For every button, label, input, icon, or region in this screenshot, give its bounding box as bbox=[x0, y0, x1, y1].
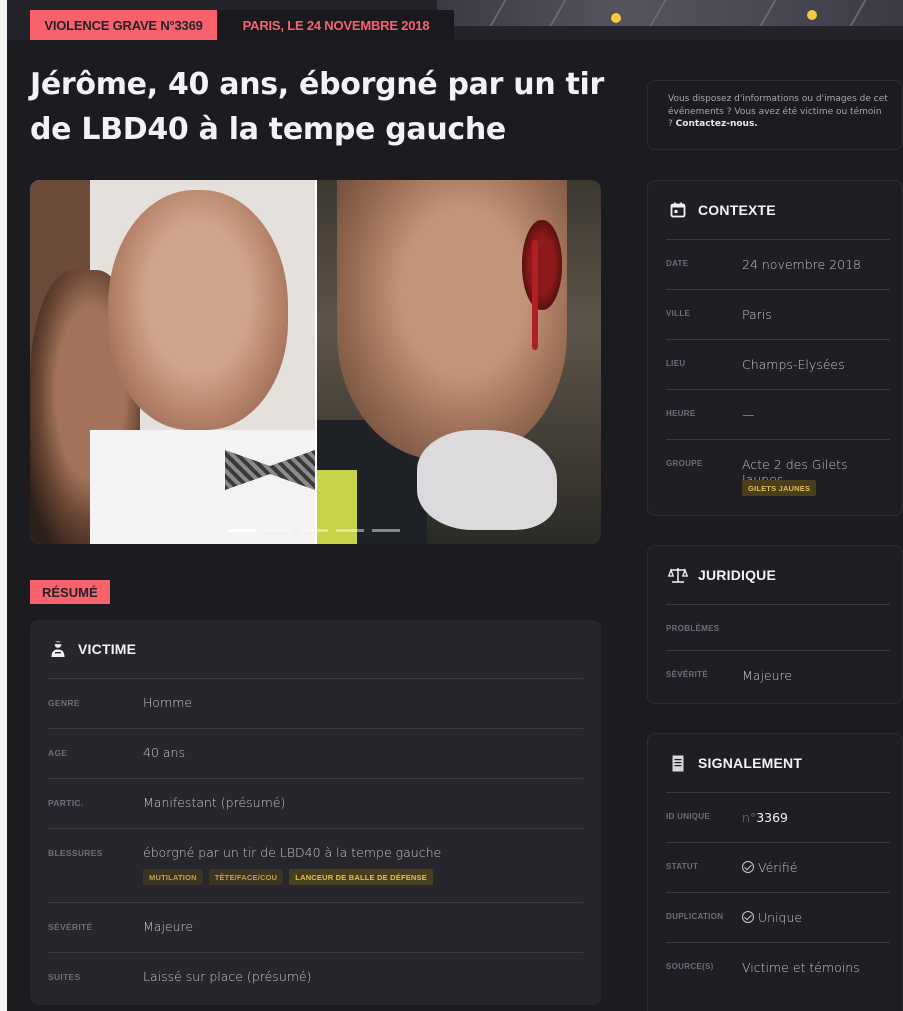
violence-tag: VIOLENCE GRAVE N°3369 bbox=[30, 10, 217, 40]
row-value: éborgné par un tir de LBD40 à la tempe g… bbox=[143, 845, 442, 860]
report-card-title: SIGNALEMENT bbox=[698, 755, 803, 771]
map-marker bbox=[807, 10, 817, 20]
document-icon bbox=[668, 753, 688, 773]
row-key: SUITES bbox=[48, 972, 81, 982]
row-key: HEURE bbox=[666, 409, 696, 418]
legal-card-title: JURIDIQUE bbox=[698, 567, 777, 583]
context-row-date: DATE 24 novembre 2018 bbox=[666, 239, 890, 289]
legal-card-header: JURIDIQUE bbox=[648, 546, 902, 604]
victim-card: VICTIME GENRE Homme AGE 40 ans PARTIC. M… bbox=[30, 620, 601, 1005]
tag-chip[interactable]: TÊTE/FACE/COU bbox=[208, 869, 284, 885]
page-title: Jérôme, 40 ans, éborgné par un tir de LB… bbox=[30, 67, 605, 147]
row-key: ID UNIQUE bbox=[666, 812, 711, 821]
context-card-title: CONTEXTE bbox=[698, 202, 776, 218]
map-marker bbox=[611, 13, 621, 23]
carousel-dot[interactable] bbox=[300, 529, 328, 532]
victim-photo-injury bbox=[317, 180, 601, 544]
carousel-indicators bbox=[228, 529, 400, 532]
row-value: n°3369 bbox=[742, 810, 788, 825]
row-value: Manifestant (présumé) bbox=[143, 795, 286, 810]
row-key: PROBLÈMES bbox=[666, 624, 720, 633]
map-banner bbox=[437, 0, 903, 26]
row-key: AGE bbox=[48, 748, 68, 758]
report-card-header: SIGNALEMENT bbox=[648, 734, 902, 792]
row-key: SOURCE(S) bbox=[666, 962, 714, 971]
carousel-dot[interactable] bbox=[264, 529, 292, 532]
victim-row-age: AGE 40 ans bbox=[48, 728, 583, 778]
legal-card: JURIDIQUE PROBLÈMES SÉVÉRITÉ Majeure bbox=[647, 545, 903, 704]
row-key: GENRE bbox=[48, 698, 80, 708]
row-value: Majeure bbox=[143, 919, 194, 934]
tag-chip[interactable]: GILETS JAUNES bbox=[742, 480, 817, 496]
row-key: PARTIC. bbox=[48, 798, 84, 808]
row-value: Champs-Elysées bbox=[742, 357, 845, 372]
report-card: SIGNALEMENT ID UNIQUE n°3369 STATUT Véri… bbox=[647, 733, 903, 1011]
check-circle-icon bbox=[742, 861, 754, 873]
row-value: 24 novembre 2018 bbox=[742, 257, 861, 272]
row-value: Homme bbox=[143, 695, 193, 710]
scales-icon bbox=[668, 565, 688, 585]
victim-card-header: VICTIME bbox=[30, 620, 601, 678]
row-key: LIEU bbox=[666, 359, 686, 368]
injury-chips: MUTILATION TÊTE/FACE/COU LANCEUR DE BALL… bbox=[143, 869, 433, 885]
page-left-edge bbox=[0, 0, 7, 1011]
victim-row-suites: SUITES Laissé sur place (présumé) bbox=[48, 952, 583, 1002]
row-value: Majeure bbox=[742, 668, 793, 683]
row-value: Unique bbox=[742, 910, 802, 925]
photo-carousel[interactable] bbox=[30, 180, 601, 544]
victim-card-title: VICTIME bbox=[78, 641, 137, 657]
row-value: — bbox=[742, 407, 755, 422]
group-chips: GILETS JAUNES bbox=[742, 480, 817, 496]
row-key: DATE bbox=[666, 259, 689, 268]
context-row-ville: VILLE Paris bbox=[666, 289, 890, 339]
row-key: GROUPE bbox=[666, 459, 703, 468]
row-value: Vérifié bbox=[742, 860, 797, 875]
person-icon bbox=[48, 639, 68, 659]
row-key: SÉVÉRITÉ bbox=[666, 670, 708, 679]
tag-chip[interactable]: LANCEUR DE BALLE DE DÉFENSE bbox=[289, 869, 433, 885]
victim-photo-before bbox=[30, 180, 315, 544]
report-row-sources: SOURCE(S) Victime et témoins bbox=[666, 942, 890, 992]
row-key: DUPLICATION bbox=[666, 912, 724, 921]
resume-label: RÉSUMÉ bbox=[30, 580, 110, 604]
row-key: VILLE bbox=[666, 309, 691, 318]
context-card-header: CONTEXTE bbox=[648, 181, 902, 239]
report-row-statut: STATUT Vérifié bbox=[666, 842, 890, 892]
check-circle-icon bbox=[742, 911, 754, 923]
contact-info-text: Vous disposez d'informations ou d'images… bbox=[668, 94, 888, 129]
context-row-heure: HEURE — bbox=[666, 389, 890, 439]
row-value: Laissé sur place (présumé) bbox=[143, 969, 312, 984]
contact-info-box: Vous disposez d'informations ou d'images… bbox=[647, 80, 903, 150]
row-value: 40 ans bbox=[143, 745, 185, 760]
row-value: Victime et témoins bbox=[742, 960, 860, 975]
report-row-duplication: DUPLICATION Unique bbox=[666, 892, 890, 942]
calendar-icon bbox=[668, 200, 688, 220]
row-key: STATUT bbox=[666, 862, 699, 871]
row-key: SÉVÉRITÉ bbox=[48, 922, 93, 932]
report-row-id: ID UNIQUE n°3369 bbox=[666, 792, 890, 842]
victim-row-genre: GENRE Homme bbox=[48, 678, 583, 728]
legal-row-problemes: PROBLÈMES bbox=[666, 604, 890, 650]
contact-link[interactable]: Contactez-nous. bbox=[676, 119, 758, 129]
row-key: BLESSURES bbox=[48, 848, 103, 858]
carousel-dot[interactable] bbox=[336, 529, 364, 532]
location-date-tag: PARIS, LE 24 NOVEMBRE 2018 bbox=[218, 10, 454, 40]
carousel-dot[interactable] bbox=[372, 529, 400, 532]
context-row-groupe: GROUPE Acte 2 des Gilets Jaunes GILETS J… bbox=[666, 439, 890, 513]
victim-row-blessures: BLESSURES éborgné par un tir de LBD40 à … bbox=[48, 828, 583, 902]
victim-row-partic: PARTIC. Manifestant (présumé) bbox=[48, 778, 583, 828]
tag-chip[interactable]: MUTILATION bbox=[143, 869, 203, 885]
legal-row-severite: SÉVÉRITÉ Majeure bbox=[666, 650, 890, 700]
carousel-dot[interactable] bbox=[228, 529, 256, 532]
row-value: Paris bbox=[742, 307, 772, 322]
context-card: CONTEXTE DATE 24 novembre 2018 VILLE Par… bbox=[647, 180, 903, 516]
victim-row-severite: SÉVÉRITÉ Majeure bbox=[48, 902, 583, 952]
context-row-lieu: LIEU Champs-Elysées bbox=[666, 339, 890, 389]
